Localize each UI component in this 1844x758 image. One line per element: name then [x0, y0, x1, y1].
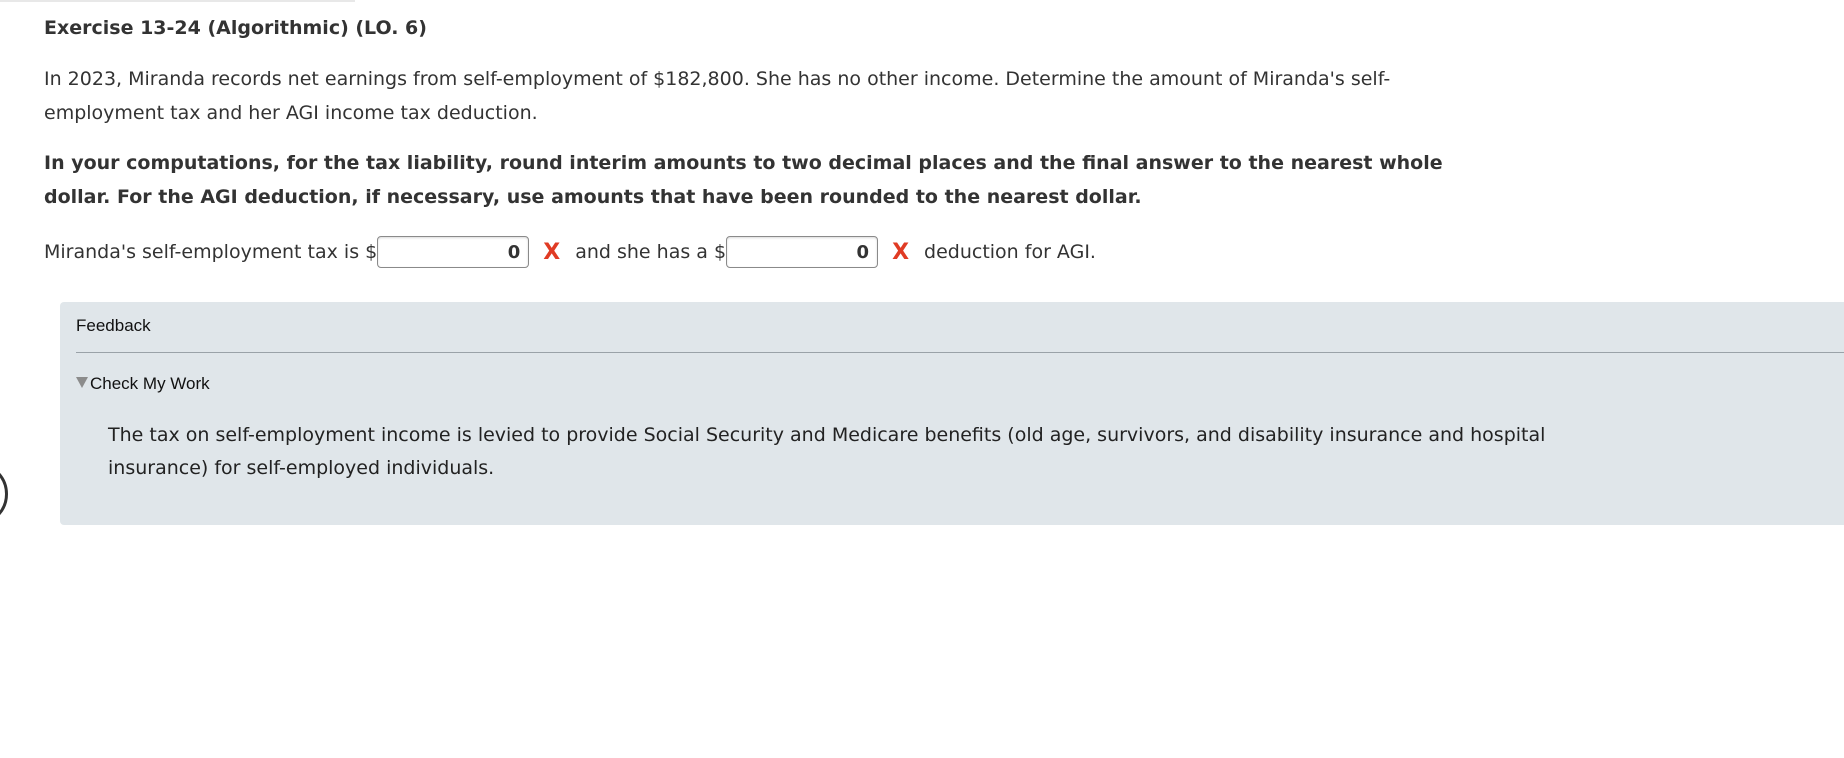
rounding-instruction: In your computations, for the tax liabil…	[44, 152, 1443, 208]
feedback-heading: Feedback	[76, 316, 151, 335]
incorrect-x-icon: X	[892, 239, 910, 265]
feedback-divider	[76, 352, 1844, 353]
feedback-panel: Feedback Check My Work The tax on self-e…	[60, 302, 1844, 525]
answer-text-after: deduction for AGI.	[924, 241, 1096, 263]
exercise-content: Exercise 13-24 (Algorithmic) (LO. 6) In …	[44, 14, 1444, 270]
triangle-down-icon	[76, 376, 88, 388]
exercise-prompt: In 2023, Miranda records net earnings fr…	[44, 68, 1391, 124]
exercise-title: Exercise 13-24 (Algorithmic) (LO. 6)	[44, 17, 427, 39]
agi-deduction-input[interactable]	[726, 236, 879, 268]
top-divider	[0, 0, 355, 2]
circle-button-edge[interactable]	[0, 462, 8, 526]
incorrect-x-icon: X	[543, 239, 561, 265]
check-my-work-toggle[interactable]: Check My Work	[76, 374, 210, 394]
answer-text-between: and she has a $	[575, 241, 727, 263]
check-my-work-label: Check My Work	[90, 374, 210, 393]
self-employment-tax-input[interactable]	[377, 236, 530, 268]
answer-sentence: Miranda's self-employment tax is $ Xand s…	[44, 234, 1444, 270]
answer-text-before: Miranda's self-employment tax is $	[44, 241, 378, 263]
feedback-explanation: The tax on self-employment income is lev…	[108, 424, 1546, 479]
